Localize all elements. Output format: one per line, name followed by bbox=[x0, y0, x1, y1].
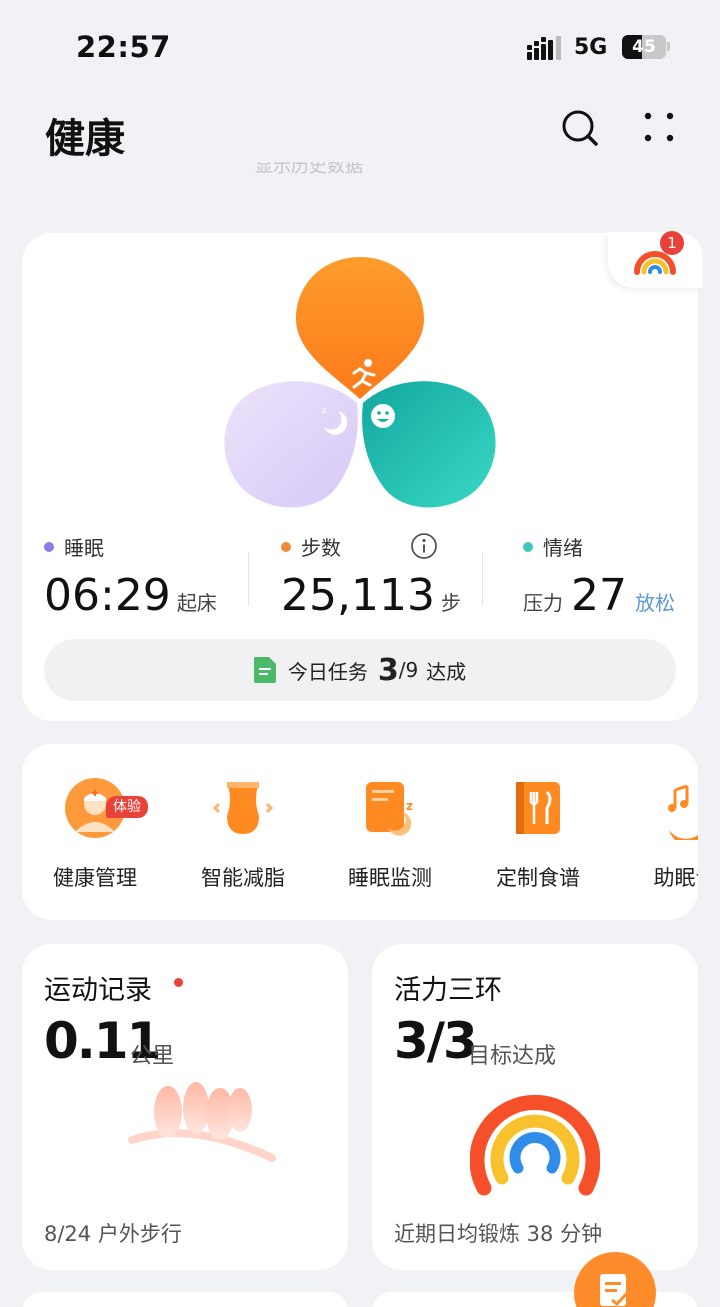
sleep-petal[interactable] bbox=[224, 381, 358, 508]
search-icon[interactable] bbox=[558, 106, 602, 150]
info-icon[interactable] bbox=[410, 532, 438, 560]
service-label: 定制食谱 bbox=[496, 866, 580, 890]
exercise-footer: 8/24 户外步行 bbox=[44, 1222, 182, 1246]
exercise-record-card[interactable]: 运动记录 0.11 公里 8/24 户外步行 bbox=[22, 944, 348, 1270]
task-doc-icon bbox=[253, 657, 276, 683]
signal-icon bbox=[527, 36, 561, 60]
unread-dot bbox=[174, 978, 183, 987]
faded-scroll-text: 显示历史数据 bbox=[255, 162, 390, 174]
service-custom-recipe[interactable]: 定制食谱 bbox=[463, 768, 613, 892]
battery-level: 45 bbox=[632, 37, 656, 57]
sleep-metric[interactable]: 睡眠 06:29 起床 bbox=[44, 532, 217, 621]
steps-label: 步数 bbox=[301, 536, 341, 560]
peek-card[interactable] bbox=[22, 1292, 348, 1307]
trial-badge: 体验 bbox=[106, 796, 148, 818]
service-label: 睡眠监测 bbox=[348, 866, 432, 890]
divider bbox=[248, 552, 249, 606]
steps-petal[interactable] bbox=[296, 257, 424, 399]
sleep-label: 睡眠 bbox=[64, 536, 104, 560]
sleep-music-icon bbox=[668, 784, 698, 846]
stress-status: 放松 bbox=[635, 591, 675, 615]
task-total: /9 bbox=[398, 658, 419, 682]
edit-doc-icon bbox=[600, 1274, 630, 1307]
vitality-unit: 目标达成 bbox=[468, 1044, 557, 1069]
service-health-management[interactable]: 体验 健康管理 bbox=[22, 768, 170, 892]
walking-illustration-icon bbox=[128, 1082, 276, 1162]
sleep-unit: 起床 bbox=[176, 591, 217, 615]
task-label: 今日任务 bbox=[287, 659, 368, 684]
battery-icon: 45 bbox=[622, 35, 666, 59]
vitality-value: 3/3 bbox=[394, 1012, 478, 1070]
stress-label: 压力 bbox=[523, 591, 563, 615]
recipe-icon bbox=[516, 782, 560, 834]
task-suffix: 达成 bbox=[426, 659, 467, 684]
vitality-footer: 近期日均锻炼 38 分钟 bbox=[394, 1222, 603, 1246]
activity-rings-icon bbox=[470, 1094, 600, 1196]
status-time: 22:57 bbox=[76, 30, 171, 64]
divider bbox=[482, 552, 483, 606]
stress-value: 27 bbox=[571, 570, 627, 621]
task-done: 3 bbox=[377, 652, 399, 688]
network-type: 5G bbox=[574, 35, 608, 60]
rings-shortcut[interactable]: 1 bbox=[631, 231, 684, 276]
services-card: 体验 健康管理 智能减脂 z 睡眠监测 定制食谱 助眠 bbox=[22, 744, 698, 920]
vitality-rings-card[interactable]: 活力三环 3/3 目标达成 近期日均锻炼 38 分钟 bbox=[372, 944, 698, 1270]
health-petals[interactable]: z bbox=[210, 253, 510, 513]
service-sleep-monitor[interactable]: z 睡眠监测 bbox=[315, 768, 465, 892]
mood-label: 情绪 bbox=[543, 536, 583, 560]
faded-text: 显示历史数据 bbox=[255, 162, 363, 174]
daily-task-button[interactable]: 今日任务 3 /9 达成 bbox=[44, 639, 676, 701]
notification-count: 1 bbox=[660, 231, 684, 255]
service-label: 健康管理 bbox=[53, 866, 137, 890]
waist-icon bbox=[212, 782, 274, 834]
smile-icon bbox=[371, 404, 395, 428]
service-label: 助眠音 bbox=[653, 866, 699, 890]
vitality-title: 活力三环 bbox=[394, 975, 502, 1006]
steps-metric[interactable]: 步数 25,113 步 bbox=[281, 532, 461, 621]
steps-unit: 步 bbox=[440, 591, 461, 615]
mood-metric[interactable]: 情绪 压力 27 放松 bbox=[523, 532, 675, 621]
mood-petal[interactable] bbox=[362, 381, 496, 508]
steps-dot bbox=[281, 541, 291, 552]
exercise-unit: 公里 bbox=[130, 1044, 175, 1069]
more-dots-icon[interactable] bbox=[636, 106, 680, 150]
mood-dot bbox=[523, 541, 533, 552]
steps-value: 25,113 bbox=[281, 570, 435, 621]
sleep-value: 06:29 bbox=[44, 570, 171, 621]
sleep-dot bbox=[44, 541, 54, 552]
service-smart-fat-loss[interactable]: 智能减脂 bbox=[168, 768, 318, 892]
svg-text:z: z bbox=[406, 799, 413, 813]
status-bar: 22:57 5G 45 bbox=[0, 0, 720, 90]
service-label: 智能减脂 bbox=[201, 866, 285, 890]
sleep-monitor-icon: z bbox=[366, 782, 413, 836]
exercise-title: 运动记录 bbox=[44, 975, 152, 1006]
battery-tip bbox=[667, 42, 670, 51]
svg-text:z: z bbox=[322, 406, 327, 416]
page-title: 健康 bbox=[45, 116, 125, 162]
service-sleep-music[interactable]: 助眠音 bbox=[610, 768, 698, 892]
